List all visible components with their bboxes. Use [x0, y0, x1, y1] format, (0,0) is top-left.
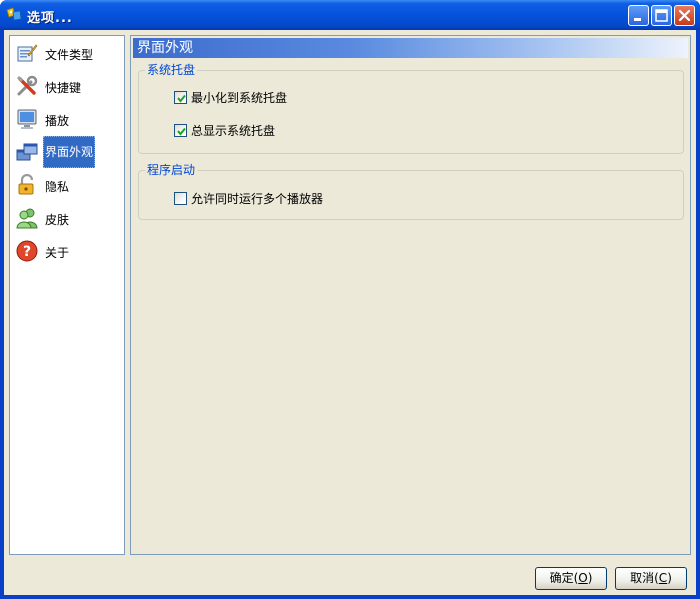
minimize-icon — [634, 18, 641, 21]
panel-header: 界面外观 — [133, 38, 688, 58]
cancel-button-label: 取消( — [630, 571, 659, 585]
close-button[interactable] — [674, 5, 695, 26]
cancel-button[interactable]: 取消(C) — [615, 567, 687, 590]
checkmark-icon — [177, 94, 186, 103]
sidebar-item-appearance[interactable]: 界面外观 — [10, 136, 124, 168]
sidebar-item-privacy[interactable]: 隐私 — [10, 169, 124, 201]
window-title: 选项... — [27, 11, 73, 26]
cancel-mnemonic: C — [658, 571, 668, 585]
minimize-button[interactable] — [628, 5, 649, 26]
users-icon — [16, 207, 38, 229]
app-logo-icon — [5, 7, 23, 23]
minimize-to-tray-checkbox[interactable] — [174, 91, 187, 104]
sidebar-item-label: 快捷键 — [45, 81, 82, 95]
checkmark-icon — [177, 127, 186, 136]
ok-button-suffix: ) — [587, 571, 593, 585]
sidebar-item-about[interactable]: ? 关于 — [10, 235, 124, 267]
windows-icon — [16, 141, 38, 163]
dialog-client-area: 文件类型 快捷键 播放 界面外观 隐私 皮肤 ? 关于 界面外观 系统托盘 最小… — [4, 30, 696, 595]
group-title: 程序启动 — [145, 162, 198, 178]
maximize-button[interactable] — [651, 5, 672, 26]
options-dialog: 选项... 文件类型 快捷键 播放 界面外观 隐私 皮肤 ? 关于 界面外观 系… — [0, 0, 700, 599]
sidebar-item-file-types[interactable]: 文件类型 — [10, 37, 124, 69]
maximize-icon — [655, 9, 668, 22]
ok-button[interactable]: 确定(O) — [535, 567, 607, 590]
help-icon: ? — [16, 240, 38, 262]
sidebar-item-label: 关于 — [45, 246, 70, 260]
always-show-tray-checkbox[interactable] — [174, 124, 187, 137]
system-tray-group: 系统托盘 最小化到系统托盘 总显示系统托盘 — [138, 62, 684, 154]
group-title: 系统托盘 — [145, 62, 198, 78]
multiple-instances-checkbox[interactable] — [174, 192, 187, 205]
sidebar-item-playback[interactable]: 播放 — [10, 103, 124, 135]
category-sidebar: 文件类型 快捷键 播放 界面外观 隐私 皮肤 ? 关于 — [9, 35, 125, 555]
cancel-button-suffix: ) — [667, 571, 672, 585]
sidebar-item-label: 皮肤 — [45, 213, 70, 227]
sidebar-item-skins[interactable]: 皮肤 — [10, 202, 124, 234]
sidebar-item-shortcuts[interactable]: 快捷键 — [10, 70, 124, 102]
checkbox-label: 最小化到系统托盘 — [191, 91, 288, 105]
shortcut-tools-icon — [16, 75, 38, 97]
checkbox-label: 允许同时运行多个播放器 — [191, 192, 324, 206]
sidebar-item-label: 播放 — [45, 114, 70, 128]
checkbox-label: 总显示系统托盘 — [191, 124, 276, 138]
monitor-icon — [16, 108, 38, 130]
ok-button-label: 确定( — [549, 571, 579, 585]
sidebar-item-label: 隐私 — [45, 180, 70, 194]
sidebar-item-label: 文件类型 — [45, 48, 94, 62]
padlock-icon — [16, 173, 38, 196]
svg-text:?: ? — [23, 244, 31, 260]
sidebar-item-label: 界面外观 — [43, 136, 95, 168]
close-icon — [678, 9, 691, 22]
startup-group: 程序启动 允许同时运行多个播放器 — [138, 162, 684, 220]
title-bar[interactable]: 选项... — [0, 0, 700, 30]
ok-mnemonic: O — [578, 571, 588, 585]
file-types-icon — [16, 42, 38, 64]
settings-panel: 界面外观 系统托盘 最小化到系统托盘 总显示系统托盘 程序启动 允许同时运行多个… — [130, 35, 691, 555]
